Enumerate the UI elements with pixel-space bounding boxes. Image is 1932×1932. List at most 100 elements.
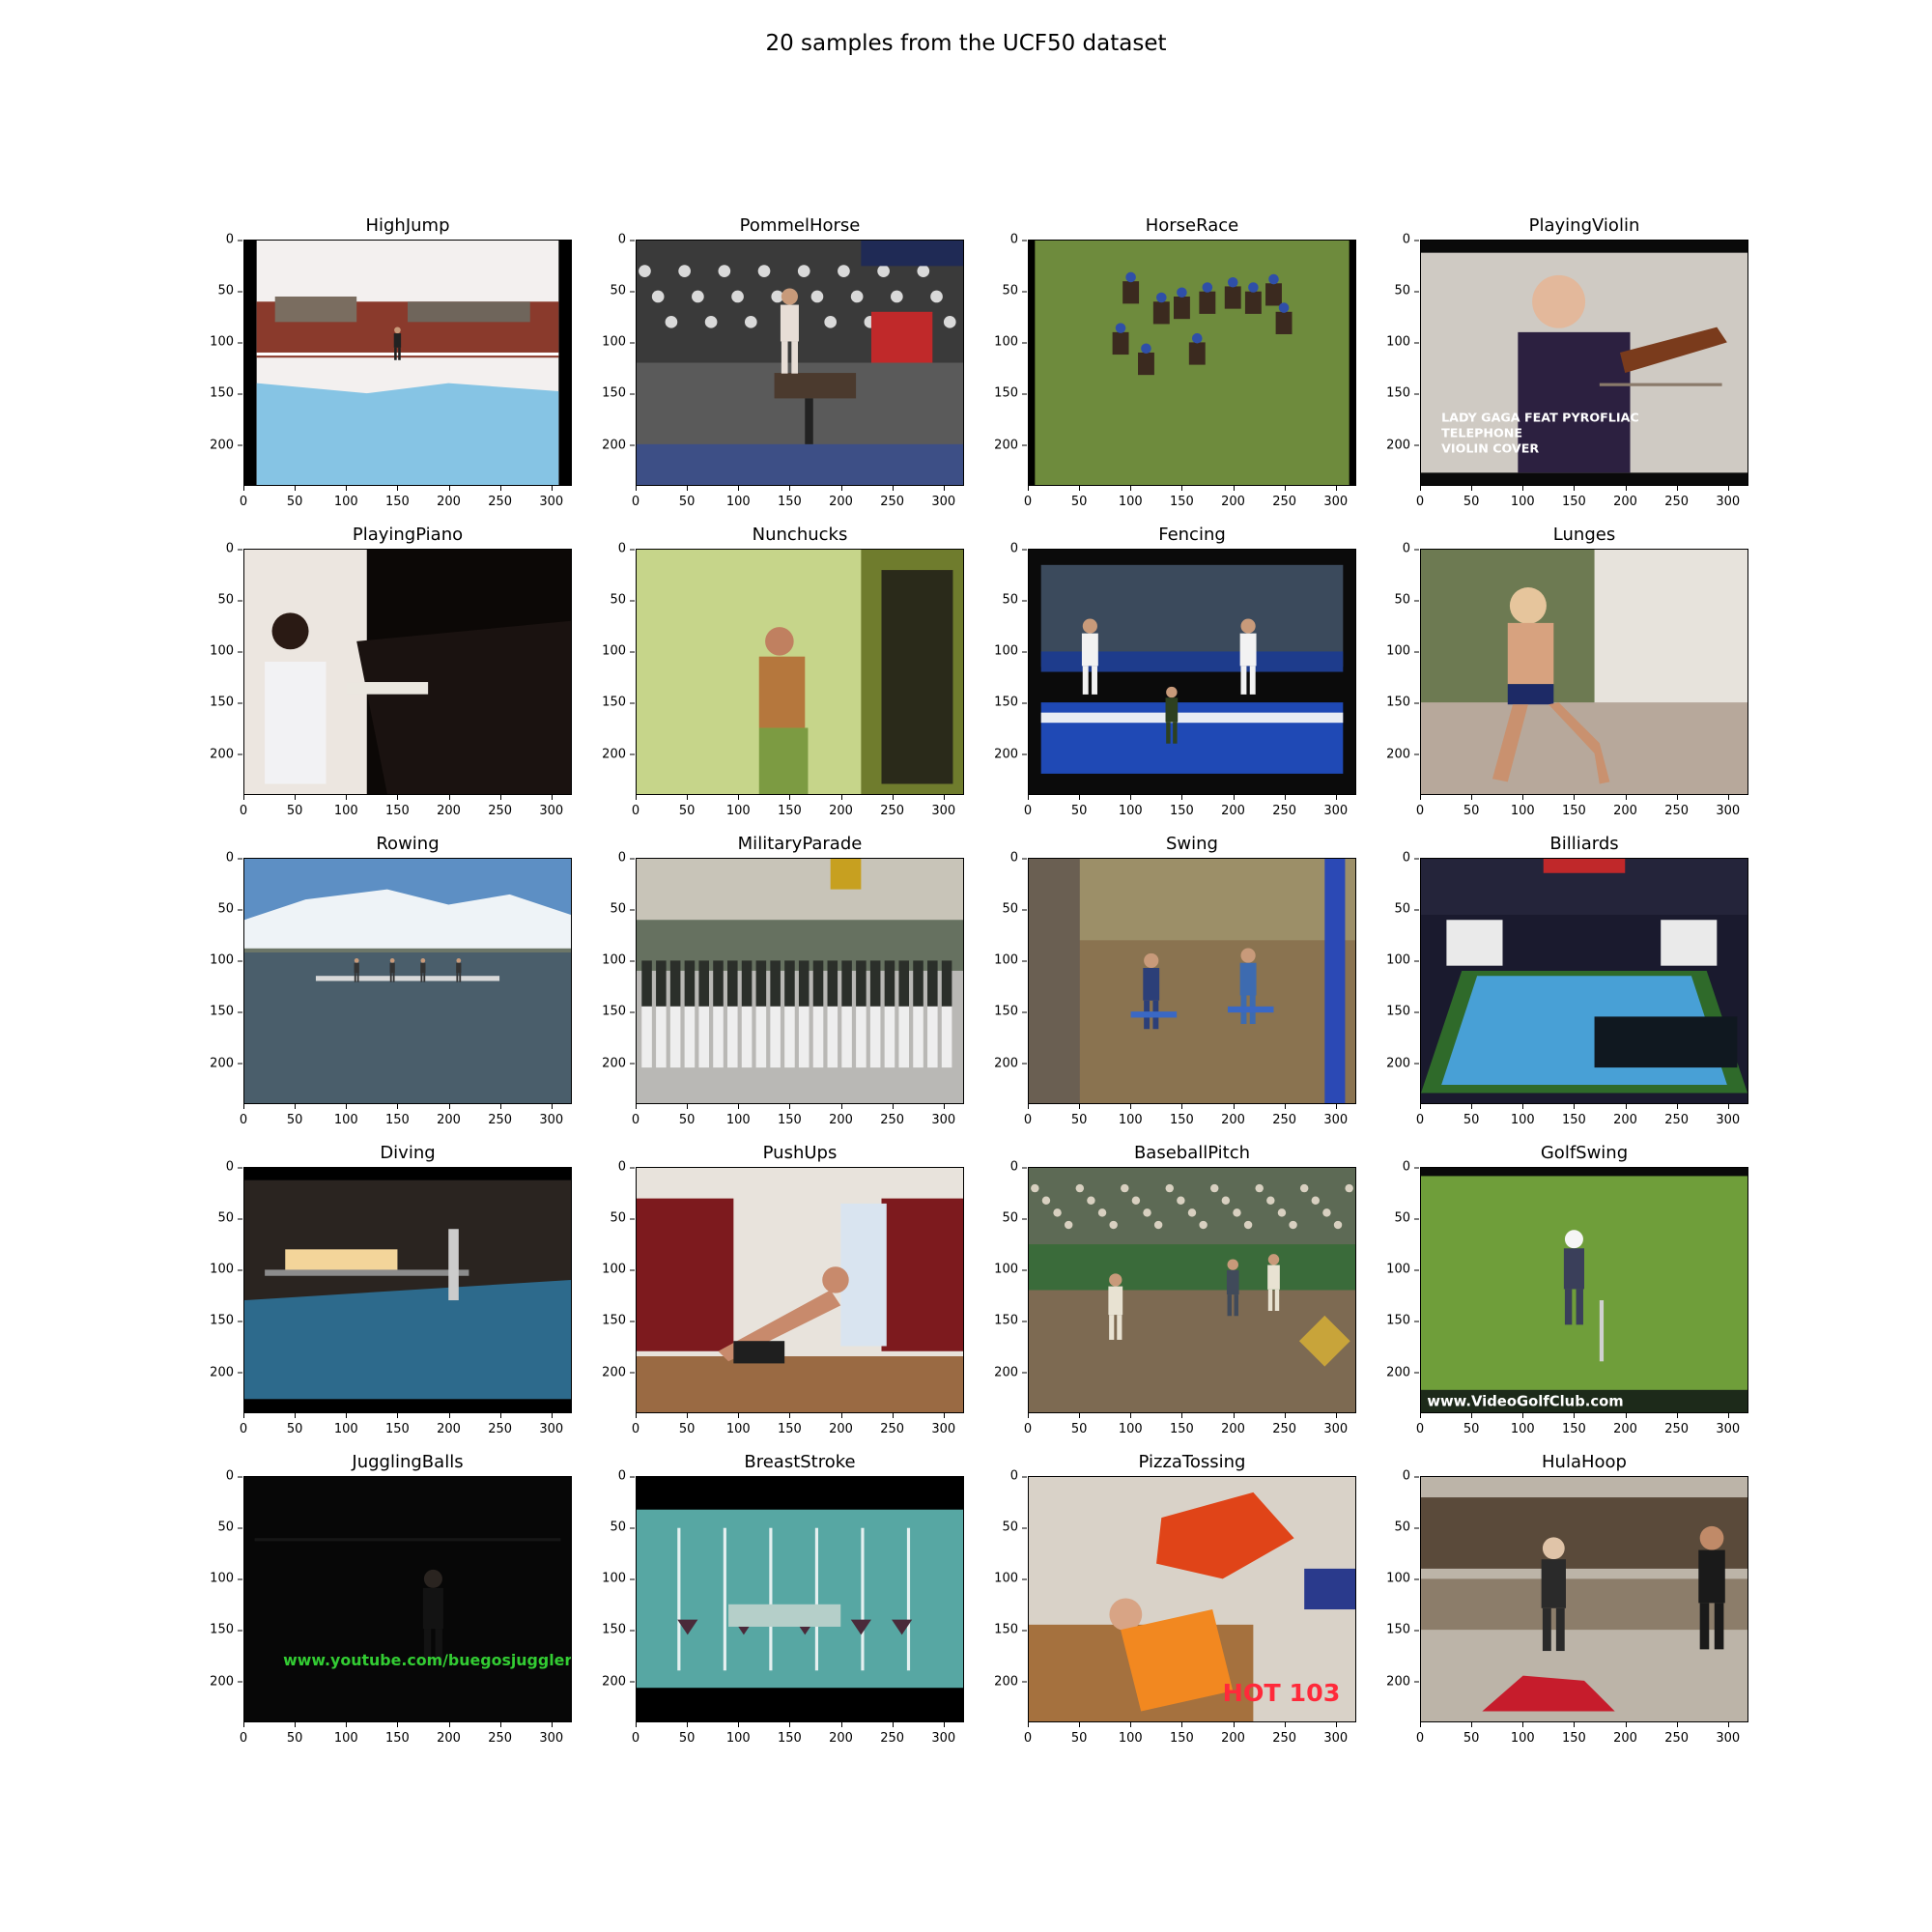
diver — [448, 1229, 459, 1301]
person-leg — [1117, 1315, 1122, 1340]
person-leg — [394, 347, 397, 360]
x-tick-label: 50 — [1050, 1413, 1108, 1436]
panel-title: Swing — [1166, 834, 1218, 854]
x-tick-label: 0 — [1391, 795, 1449, 818]
person-head — [354, 958, 359, 963]
y-tick-label: 100 — [1352, 1572, 1419, 1586]
soldier-legs — [727, 1006, 738, 1068]
x-tick-label: 250 — [1256, 486, 1314, 509]
y-tick-label: 200 — [176, 438, 242, 452]
x-tick-label: 300 — [523, 795, 581, 818]
soldier-torso — [770, 960, 781, 1007]
x-tick-label: 250 — [864, 1722, 922, 1746]
x-tick-label: 200 — [1205, 1722, 1263, 1746]
y-tick-label: 100 — [960, 1572, 1027, 1586]
y-tick-label: 0 — [960, 542, 1027, 556]
person-leg — [398, 347, 401, 360]
soldier-legs — [698, 1006, 709, 1068]
x-tick-label: 100 — [1101, 1104, 1159, 1127]
person-head — [1542, 1537, 1565, 1560]
x-tick-label: 100 — [1493, 795, 1551, 818]
x-tick-label: 150 — [760, 486, 818, 509]
x-tick-label: 50 — [266, 1722, 324, 1746]
y-tick-label: 150 — [568, 1623, 635, 1637]
x-tick-label: 50 — [658, 486, 716, 509]
x-tick-label: 0 — [1391, 486, 1449, 509]
soldier-torso — [669, 960, 681, 1007]
sample-panel: MilitaryParade 0 50 100 150 200 0 50 100 150 200 25… — [602, 834, 964, 1143]
y-tick-label: 0 — [176, 542, 242, 556]
diving-pool-indoor — [244, 1168, 571, 1412]
person-body — [780, 304, 799, 342]
soldier-torso — [884, 960, 895, 1007]
y-tick-label: 150 — [176, 1314, 242, 1328]
horse — [1199, 291, 1216, 314]
outfield-grass — [1029, 1244, 1355, 1291]
x-tick-label: 50 — [658, 1104, 716, 1127]
overlay-text: TELEPHONE — [1441, 425, 1522, 440]
x-tick-label: 200 — [1597, 486, 1655, 509]
video-frame-image — [636, 549, 964, 795]
x-tick-label: 200 — [812, 1722, 870, 1746]
person-leg — [389, 973, 392, 982]
person-leg — [1542, 1607, 1551, 1652]
panel-title: PizzaTossing — [1138, 1452, 1246, 1472]
y-tick-label: 50 — [1352, 1520, 1419, 1535]
green-pants — [758, 727, 809, 794]
spectator — [1187, 1208, 1197, 1217]
person-leg — [1699, 1603, 1710, 1650]
y-tick-label: 50 — [176, 284, 242, 298]
video-frame-image — [636, 240, 964, 486]
y-tick-label: 0 — [1352, 851, 1419, 866]
soldier-torso — [812, 960, 824, 1007]
y-tick-label: 200 — [1352, 438, 1419, 452]
x-tick-label: 200 — [812, 795, 870, 818]
marching-soldiers — [637, 859, 963, 1103]
baseball-field-broadcast — [1029, 1168, 1355, 1412]
y-tick-label: 150 — [568, 386, 635, 401]
video-frame-image — [243, 858, 572, 1104]
x-tick-label: 200 — [1205, 486, 1263, 509]
spectator — [639, 265, 651, 277]
horse — [1275, 311, 1293, 334]
spectator — [943, 316, 956, 328]
x-tick-label: 0 — [1391, 1413, 1449, 1436]
video-frame-image — [1028, 1167, 1356, 1413]
y-tick-label: 200 — [568, 1056, 635, 1070]
y-tick-label: 200 — [1352, 1365, 1419, 1379]
x-tick-label: 250 — [471, 1104, 529, 1127]
soldier-torso — [913, 960, 923, 1007]
y-tick-label: 150 — [568, 1314, 635, 1328]
panel-title: PushUps — [762, 1143, 838, 1163]
overlay-text: www.VideoGolfClub.com — [1427, 1394, 1623, 1410]
panel-title: Lunges — [1552, 525, 1616, 545]
panel-title: HulaHoop — [1542, 1452, 1627, 1472]
video-frame-image — [243, 1167, 572, 1413]
x-tick-label: 50 — [1050, 486, 1108, 509]
jockey — [1141, 343, 1151, 355]
golf-club — [1599, 1300, 1605, 1362]
x-tick-label: 0 — [607, 1104, 665, 1127]
x-tick-label: 100 — [317, 1413, 375, 1436]
y-tick-label: 150 — [1352, 1314, 1419, 1328]
fencers-on-blue-piste — [1029, 550, 1355, 794]
x-tick-label: 150 — [1545, 486, 1603, 509]
y-tick-label: 100 — [960, 335, 1027, 350]
x-tick-label: 300 — [915, 486, 973, 509]
building — [408, 301, 530, 323]
y-tick-label: 100 — [960, 644, 1027, 659]
pool-table-broadcast — [1421, 859, 1747, 1103]
person-leg — [1564, 1289, 1573, 1325]
dark-stage — [244, 1477, 571, 1721]
spectator — [731, 290, 744, 303]
person-body — [1698, 1549, 1725, 1604]
sample-panel: BaseballPitch 0 50 100 150 200 0 50 100 150 200 250… — [994, 1143, 1356, 1452]
person-head — [1240, 948, 1256, 963]
tree-trunk — [1029, 859, 1080, 1103]
landing-mat — [256, 383, 559, 485]
person-leg — [791, 341, 798, 374]
person-leg — [423, 973, 426, 982]
y-tick-label: 100 — [568, 335, 635, 350]
person-head — [1564, 1230, 1583, 1249]
shorts — [1507, 684, 1554, 705]
